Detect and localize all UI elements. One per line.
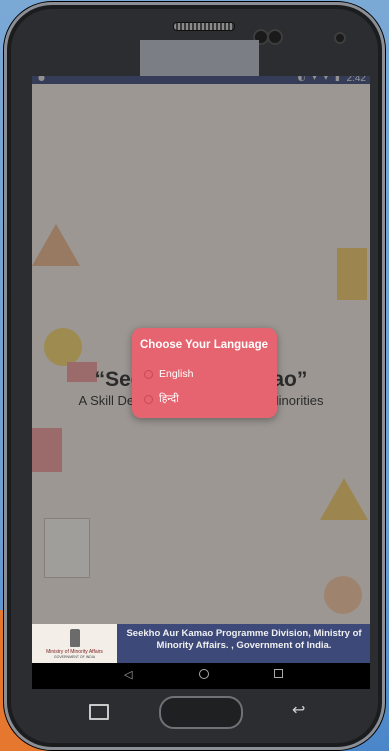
option-label[interactable]: English xyxy=(159,368,193,380)
option-label[interactable]: हिन्दी xyxy=(159,392,179,406)
hardware-back-icon[interactable]: ↩ xyxy=(292,700,305,719)
back-icon[interactable]: ◁ xyxy=(124,668,132,681)
redacted-area xyxy=(140,40,259,78)
logo-subtitle: GOVERNMENT OF INDIA xyxy=(53,654,96,659)
radio-button-icon[interactable] xyxy=(144,394,153,404)
dialog-title: Choose Your Language xyxy=(140,339,269,351)
recents-icon[interactable] xyxy=(274,669,283,678)
light-sensor xyxy=(334,32,346,44)
system-nav-bar: ◁ xyxy=(32,663,370,689)
language-dialog: Choose Your Language English हिन्दी xyxy=(132,328,277,418)
proximity-sensor xyxy=(267,29,283,45)
hardware-home-button[interactable] xyxy=(159,696,243,729)
home-icon[interactable] xyxy=(199,669,209,679)
footer-text: Seekho Aur Kamao Programme Division, Min… xyxy=(126,628,362,651)
language-option-hindi[interactable]: हिन्दी xyxy=(144,392,179,406)
ministry-logo: Ministry of Minority Affairs GOVERNMENT … xyxy=(32,624,117,663)
hardware-recents-icon[interactable] xyxy=(89,704,109,720)
national-emblem-icon xyxy=(69,628,80,647)
radio-button-icon[interactable] xyxy=(144,369,153,379)
app-screen: ● ◐ ▾ ▾ ▮ 2:42 “Seekho Aur Kamao” A Skil… xyxy=(32,76,370,663)
earpiece-speaker xyxy=(173,22,235,31)
language-option-english[interactable]: English xyxy=(144,368,193,380)
footer-banner: Ministry of Minority Affairs GOVERNMENT … xyxy=(32,624,370,663)
